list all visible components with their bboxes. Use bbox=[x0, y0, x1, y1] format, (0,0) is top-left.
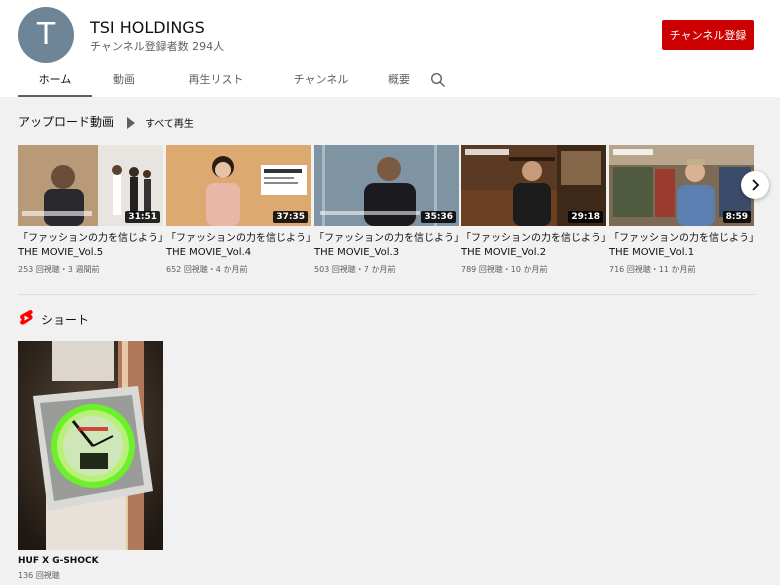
section-divider bbox=[18, 294, 756, 295]
shorts-section-title[interactable]: ショート bbox=[41, 311, 89, 328]
channel-avatar[interactable]: T bbox=[18, 7, 74, 63]
subscriber-count: チャンネル登録者数 294人 bbox=[90, 40, 225, 53]
video-thumbnail[interactable]: 8:59 bbox=[609, 145, 754, 226]
tab-home[interactable]: ホーム bbox=[18, 66, 92, 97]
channel-header: T TSI HOLDINGS チャンネル登録者数 294人 チャンネル登録 ホー… bbox=[0, 0, 780, 97]
video-card[interactable]: 8:59 「ファッションの力を信じよう」THE MOVIE_Vol.1 716 … bbox=[609, 145, 754, 275]
video-title[interactable]: 「ファッションの力を信じよう」THE MOVIE_Vol.1 bbox=[609, 232, 754, 260]
video-title[interactable]: 「ファッションの力を信じよう」THE MOVIE_Vol.2 bbox=[461, 232, 606, 260]
short-title[interactable]: HUF X G-SHOCK bbox=[18, 556, 163, 566]
tab-playlists[interactable]: 再生リスト bbox=[156, 66, 276, 97]
video-meta: 503 回視聴・7 か月前 bbox=[314, 265, 396, 274]
shorts-icon bbox=[20, 309, 33, 325]
play-all-button[interactable]: すべて再生 bbox=[127, 115, 194, 130]
search-icon[interactable] bbox=[430, 72, 446, 88]
video-meta: 253 回視聴・3 週間前 bbox=[18, 265, 100, 274]
video-duration: 37:35 bbox=[273, 211, 308, 223]
video-card[interactable]: 31:51 「ファッションの力を信じよう」THE MOVIE_Vol.5 253… bbox=[18, 145, 163, 275]
uploads-section-title[interactable]: アップロード動画 bbox=[18, 113, 114, 130]
tab-channels[interactable]: チャンネル bbox=[276, 66, 366, 97]
short-thumbnail[interactable] bbox=[18, 341, 163, 550]
video-title[interactable]: 「ファッションの力を信じよう」THE MOVIE_Vol.5 bbox=[18, 232, 163, 260]
video-card[interactable]: 29:18 「ファッションの力を信じよう」THE MOVIE_Vol.2 789… bbox=[461, 145, 606, 275]
short-card[interactable]: HUF X G-SHOCK 136 回視聴 bbox=[18, 341, 163, 581]
subscribe-button[interactable]: チャンネル登録 bbox=[662, 20, 754, 50]
tab-videos[interactable]: 動画 bbox=[92, 66, 156, 97]
video-meta: 789 回視聴・10 か月前 bbox=[461, 265, 548, 274]
play-icon bbox=[127, 116, 135, 129]
video-thumbnail[interactable]: 29:18 bbox=[461, 145, 606, 226]
video-duration: 29:18 bbox=[568, 211, 603, 223]
video-duration: 31:51 bbox=[125, 211, 160, 223]
video-thumbnail[interactable]: 31:51 bbox=[18, 145, 163, 226]
play-all-label: すべて再生 bbox=[145, 119, 194, 130]
next-arrow-button[interactable] bbox=[741, 171, 769, 199]
video-card[interactable]: 35:36 「ファッションの力を信じよう」THE MOVIE_Vol.3 503… bbox=[314, 145, 459, 275]
video-meta: 652 回視聴・4 か月前 bbox=[166, 265, 248, 274]
video-title[interactable]: 「ファッションの力を信じよう」THE MOVIE_Vol.4 bbox=[166, 232, 311, 260]
video-card[interactable]: 37:35 「ファッションの力を信じよう」THE MOVIE_Vol.4 652… bbox=[166, 145, 311, 275]
thumbnail-image bbox=[18, 341, 163, 550]
tab-about[interactable]: 概要 bbox=[366, 66, 432, 97]
channel-tabs: ホーム 動画 再生リスト チャンネル 概要 bbox=[18, 66, 432, 97]
video-meta: 716 回視聴・11 か月前 bbox=[609, 265, 696, 274]
video-thumbnail[interactable]: 35:36 bbox=[314, 145, 459, 226]
video-duration: 8:59 bbox=[722, 211, 751, 223]
video-thumbnail[interactable]: 37:35 bbox=[166, 145, 311, 226]
chevron-right-icon bbox=[752, 179, 760, 191]
short-meta: 136 回視聴 bbox=[18, 571, 60, 580]
video-duration: 35:36 bbox=[421, 211, 456, 223]
channel-name: TSI HOLDINGS bbox=[90, 18, 205, 37]
video-title[interactable]: 「ファッションの力を信じよう」THE MOVIE_Vol.3 bbox=[314, 232, 459, 260]
